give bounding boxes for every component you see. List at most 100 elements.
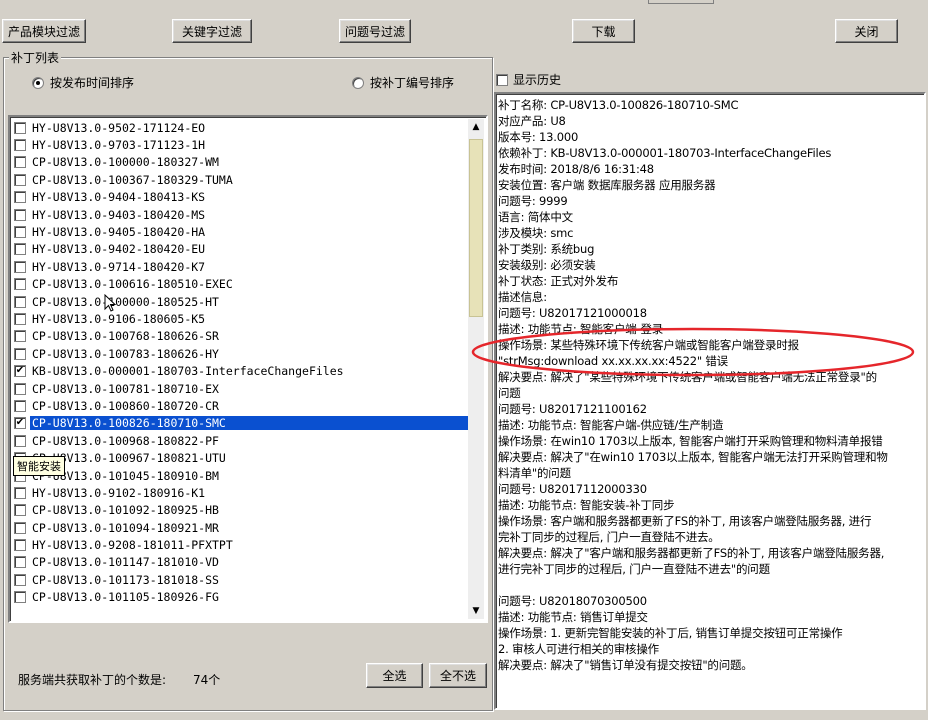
- patch-row[interactable]: HY-U8V13.0-9502-171124-EO: [12, 119, 472, 136]
- patch-checkbox[interactable]: [14, 504, 26, 517]
- patch-row[interactable]: CP-U8V13.0-100781-180710-EX: [12, 380, 472, 397]
- patch-checkbox[interactable]: [14, 191, 26, 204]
- patch-checkbox[interactable]: [14, 399, 26, 412]
- patch-name: HY-U8V13.0-9402-180420-EU: [32, 242, 206, 257]
- patch-row[interactable]: CP-U8V13.0-100783-180626-HY: [12, 345, 472, 362]
- keyword-filter-button[interactable]: 关键字过滤: [172, 19, 252, 43]
- sort-by-number-radio[interactable]: 按补丁编号排序: [352, 74, 454, 91]
- detail-line: 2. 审核人可进行相关的审核操作: [498, 642, 659, 656]
- detail-line: 操作场景: 在win10 1703以上版本, 智能客户端打开采购管理和物料清单报…: [498, 434, 883, 448]
- patch-checkbox[interactable]: [14, 173, 26, 186]
- detail-line: 解决要点: 解决了"客户端和服务器都更新了FS的补丁, 用该客户端登陆服务器,: [498, 546, 885, 560]
- mouse-cursor-icon: [104, 294, 116, 312]
- patch-name: CP-U8V13.0-100616-180510-EXEC: [32, 277, 233, 292]
- show-history-label: 显示历史: [513, 73, 562, 87]
- patch-row[interactable]: CP-U8V13.0-100000-180525-HT: [12, 293, 472, 310]
- patch-row[interactable]: HY-U8V13.0-9703-171123-1H: [12, 136, 472, 153]
- patch-name: HY-U8V13.0-9208-181011-PFXTPT: [32, 538, 233, 553]
- patch-checkbox[interactable]: [14, 208, 26, 221]
- patch-checkbox[interactable]: [14, 295, 26, 308]
- patch-checkbox[interactable]: ✔: [14, 365, 26, 378]
- patch-row[interactable]: CP-U8V13.0-100367-180329-TUMA: [12, 171, 472, 188]
- patch-row[interactable]: HY-U8V13.0-9208-181011-PFXTPT: [12, 536, 472, 553]
- patch-checkbox[interactable]: [14, 347, 26, 360]
- scroll-up-icon[interactable]: ▲: [468, 119, 484, 135]
- patch-checkbox[interactable]: [14, 486, 26, 499]
- patch-checkbox[interactable]: [14, 156, 26, 169]
- detail-line: 发布时间: 2018/8/6 16:31:48: [498, 162, 654, 176]
- patch-row[interactable]: HY-U8V13.0-9714-180420-K7: [12, 258, 472, 275]
- detail-line: 问题号: U82017121000018: [498, 306, 647, 320]
- sort-by-date-radio[interactable]: 按发布时间排序: [32, 74, 134, 91]
- patch-checkbox[interactable]: [14, 573, 26, 586]
- detail-line: 操作场景: 1. 更新完智能安装的补丁后, 销售订单提交按钮可正常操作: [498, 626, 843, 640]
- detail-line: 描述信息:: [498, 290, 547, 304]
- patch-checkbox[interactable]: [14, 539, 26, 552]
- patch-row[interactable]: HY-U8V13.0-9403-180420-MS: [12, 206, 472, 223]
- patch-row[interactable]: CP-U8V13.0-101173-181018-SS: [12, 571, 472, 588]
- patch-name: HY-U8V13.0-9403-180420-MS: [32, 207, 206, 222]
- patch-checkbox[interactable]: [14, 121, 26, 134]
- patch-checkbox[interactable]: [14, 312, 26, 325]
- patch-row[interactable]: CP-U8V13.0-101147-181010-VD: [12, 554, 472, 571]
- patch-row[interactable]: HY-U8V13.0-9405-180420-HA: [12, 223, 472, 240]
- patch-row[interactable]: CP-U8V13.0-100968-180822-PF: [12, 432, 472, 449]
- patch-checkbox[interactable]: [14, 226, 26, 239]
- patch-rows: HY-U8V13.0-9502-171124-EO HY-U8V13.0-9703…: [12, 119, 472, 606]
- patch-row[interactable]: CP-U8V13.0-101092-180925-HB: [12, 502, 472, 519]
- patch-details-text[interactable]: 补丁名称: CP-U8V13.0-100826-180710-SMC 对应产品: …: [494, 92, 926, 710]
- scroll-down-icon[interactable]: ▼: [468, 603, 484, 619]
- patch-checkbox[interactable]: [14, 556, 26, 569]
- patch-checkbox[interactable]: [14, 260, 26, 273]
- patch-checkbox[interactable]: [14, 591, 26, 604]
- patch-row[interactable]: HY-U8V13.0-9402-180420-EU: [12, 241, 472, 258]
- patch-row[interactable]: CP-U8V13.0-100967-180821-UTU: [12, 449, 472, 466]
- product-module-filter-button[interactable]: 产品模块过滤: [2, 19, 86, 43]
- scroll-thumb[interactable]: [469, 139, 483, 317]
- patch-checkbox[interactable]: [14, 434, 26, 447]
- patch-name: CP-U8V13.0-100783-180626-HY: [32, 346, 219, 361]
- patch-checkbox[interactable]: [14, 330, 26, 343]
- patch-row[interactable]: ✔ CP-U8V13.0-100826-180710-SMC: [12, 415, 472, 432]
- patch-row[interactable]: CP-U8V13.0-100768-180626-SR: [12, 328, 472, 345]
- patch-checkbox[interactable]: [14, 278, 26, 291]
- top-window-edge: [648, 0, 714, 4]
- patch-checkbox[interactable]: [14, 382, 26, 395]
- patch-checkbox[interactable]: [14, 521, 26, 534]
- patch-row[interactable]: CP-U8V13.0-101094-180921-MR: [12, 519, 472, 536]
- close-button[interactable]: 关闭: [835, 19, 898, 43]
- patch-row[interactable]: CP-U8V13.0-100616-180510-EXEC: [12, 276, 472, 293]
- patch-row[interactable]: CP-U8V13.0-100000-180327-WM: [12, 154, 472, 171]
- patch-row[interactable]: HY-U8V13.0-9106-180605-K5: [12, 310, 472, 327]
- issue-number-filter-button[interactable]: 问题号过滤: [339, 19, 411, 43]
- patch-row[interactable]: CP-U8V13.0-101105-180926-FG: [12, 589, 472, 606]
- download-button[interactable]: 下载: [572, 19, 635, 43]
- sort-by-date-label: 按发布时间排序: [50, 76, 135, 90]
- show-history-checkbox[interactable]: 显示历史: [496, 71, 561, 88]
- patch-list-scrollbar[interactable]: ▲ ▼: [468, 119, 484, 619]
- select-all-button[interactable]: 全选: [366, 663, 423, 688]
- patch-count-label: 服务端共获取补丁的个数是:: [18, 673, 167, 687]
- patch-checkbox[interactable]: ✔: [14, 417, 26, 430]
- patch-row[interactable]: HY-U8V13.0-9102-180916-K1: [12, 484, 472, 501]
- patch-list[interactable]: HY-U8V13.0-9502-171124-EO HY-U8V13.0-9703…: [8, 115, 488, 623]
- checkbox-box: [496, 73, 508, 86]
- patch-name: CP-U8V13.0-100768-180626-SR: [32, 329, 219, 344]
- patch-checkbox[interactable]: [14, 243, 26, 256]
- patch-row[interactable]: CP-U8V13.0-101045-180910-BM: [12, 467, 472, 484]
- detail-line: 版本号: 13.000: [498, 130, 579, 144]
- detail-line: 语言: 简体中文: [498, 210, 573, 224]
- detail-line: 安装级别: 必须安装: [498, 258, 596, 272]
- detail-line: 解决要点: 解决了"某些特殊环境下传统客户端或智能客户端无法正常登录"的: [498, 370, 877, 384]
- patch-name: HY-U8V13.0-9102-180916-K1: [32, 485, 206, 500]
- deselect-all-button[interactable]: 全不选: [429, 663, 487, 688]
- patch-name: CP-U8V13.0-100967-180821-UTU: [32, 451, 226, 466]
- detail-line: 料清单"的问题: [498, 466, 571, 480]
- patch-row[interactable]: ✔ KB-U8V13.0-000001-180703-InterfaceChang…: [12, 362, 472, 379]
- patch-checkbox[interactable]: [14, 139, 26, 152]
- patch-name: CP-U8V13.0-100968-180822-PF: [32, 433, 219, 448]
- patch-row[interactable]: HY-U8V13.0-9404-180413-KS: [12, 189, 472, 206]
- detail-line: 操作场景: 某些特殊环境下传统客户端或智能客户端登录时报: [498, 338, 799, 352]
- detail-line: 涉及模块: smc: [498, 226, 574, 240]
- patch-row[interactable]: CP-U8V13.0-100860-180720-CR: [12, 397, 472, 414]
